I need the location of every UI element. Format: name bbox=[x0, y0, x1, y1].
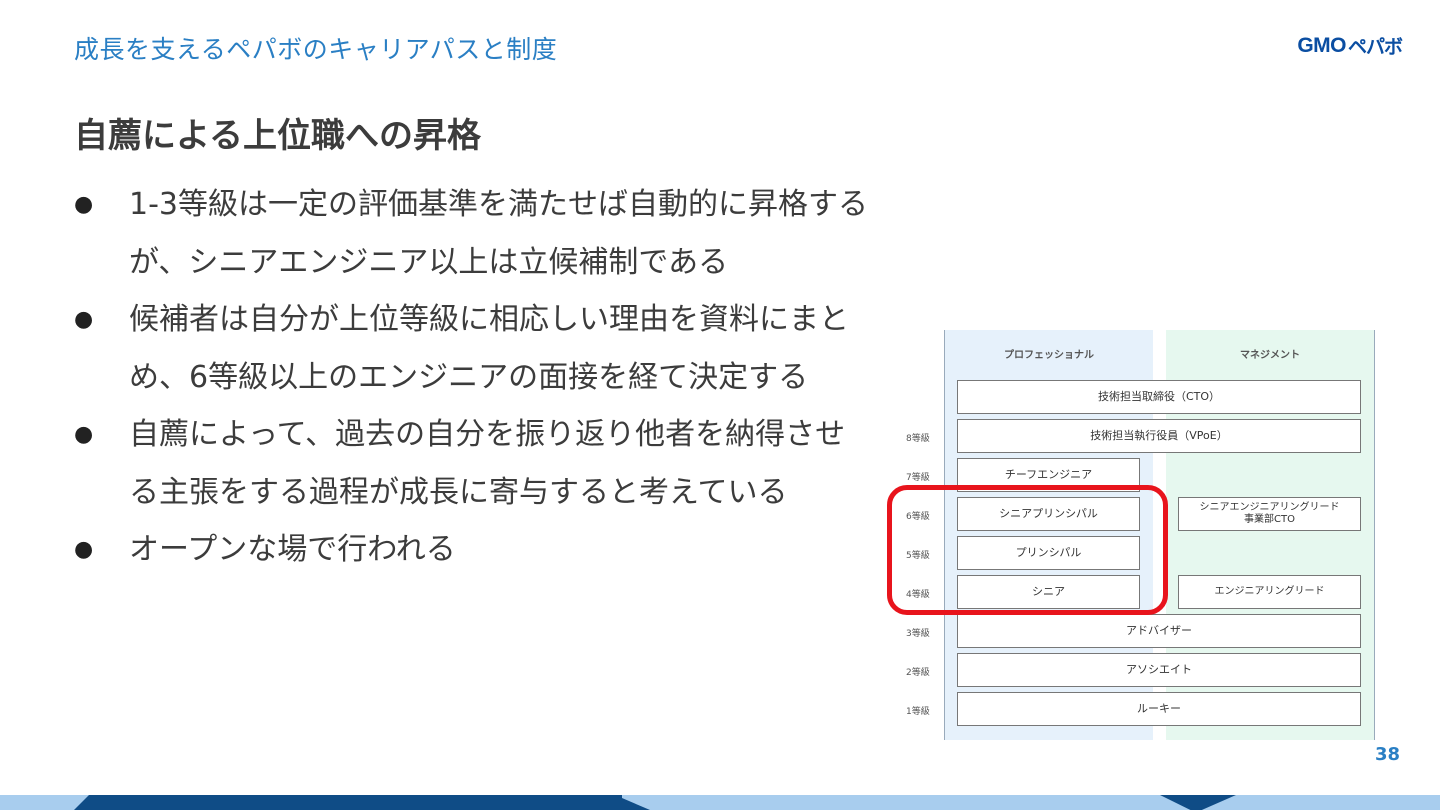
management-column-label: マネジメント bbox=[1240, 350, 1300, 361]
bullet-item: ● 候補者は自分が上位等級に相応しい理由を資料にまとめ、6等級以上のエンジニアの… bbox=[74, 291, 874, 406]
role-box-rookie: ルーキー bbox=[957, 692, 1361, 726]
grade-label: 7等級 bbox=[906, 473, 930, 483]
professional-column-label: プロフェッショナル bbox=[1004, 350, 1094, 361]
gmo-pepabo-logo: GMO ペパボ bbox=[1297, 32, 1403, 59]
role-box-associate: アソシエイト bbox=[957, 653, 1361, 687]
bullet-dot-icon: ● bbox=[74, 192, 94, 217]
grade-label: 8等級 bbox=[906, 434, 930, 444]
role-box-advisor: アドバイザー bbox=[957, 614, 1361, 648]
grade-label: 2等級 bbox=[906, 668, 930, 678]
highlight-rounded-rect bbox=[887, 485, 1168, 615]
logo-pepabo-text: ペパボ bbox=[1347, 36, 1403, 58]
senior-lead-subtitle: 事業部CTO bbox=[1244, 514, 1295, 525]
bullet-list: ● 1-3等級は一定の評価基準を満たせば自動的に昇格するが、シニアエンジニア以上… bbox=[74, 176, 874, 579]
slide-heading: 自薦による上位職への昇格 bbox=[74, 116, 481, 156]
bullet-dot-icon: ● bbox=[74, 422, 94, 447]
bullet-text: 自薦によって、過去の自分を振り返り他者を納得させる主張をする過程が成長に寄与する… bbox=[129, 417, 846, 510]
bullet-text: オープンな場で行われる bbox=[129, 532, 456, 567]
bullet-dot-icon: ● bbox=[74, 537, 94, 562]
role-box-senior-engineering-lead: シニアエンジニアリングリード 事業部CTO bbox=[1178, 497, 1361, 531]
bullet-item: ● オープンな場で行われる bbox=[74, 521, 874, 579]
bullet-item: ● 1-3等級は一定の評価基準を満たせば自動的に昇格するが、シニアエンジニア以上… bbox=[74, 176, 874, 291]
bullet-item: ● 自薦によって、過去の自分を振り返り他者を納得させる主張をする過程が成長に寄与… bbox=[74, 406, 874, 521]
role-box-cto: 技術担当取締役（CTO） bbox=[957, 380, 1361, 414]
grade-label: 3等級 bbox=[906, 629, 930, 639]
page-number: 38 bbox=[1374, 744, 1400, 765]
logo-gmo-text: GMO bbox=[1297, 33, 1346, 57]
bullet-dot-icon: ● bbox=[74, 307, 94, 332]
grade-label: 1等級 bbox=[906, 707, 930, 717]
bullet-text: 候補者は自分が上位等級に相応しい理由を資料にまとめ、6等級以上のエンジニアの面接… bbox=[129, 302, 849, 395]
senior-lead-title: シニアエンジニアリングリード bbox=[1199, 502, 1340, 513]
role-box-engineering-lead: エンジニアリングリード bbox=[1178, 575, 1361, 609]
career-path-diagram: プロフェッショナル マネジメント 8等級 7等級 6等級 5等級 4等級 3等級… bbox=[880, 328, 1380, 740]
footer-accent-shape bbox=[74, 795, 622, 810]
bullet-text: 1-3等級は一定の評価基準を満たせば自動的に昇格するが、シニアエンジニア以上は立… bbox=[129, 187, 868, 280]
role-box-vpoe: 技術担当執行役員（VPoE） bbox=[957, 419, 1361, 453]
header-title: 成長を支えるペパボのキャリアパスと制度 bbox=[74, 35, 558, 64]
